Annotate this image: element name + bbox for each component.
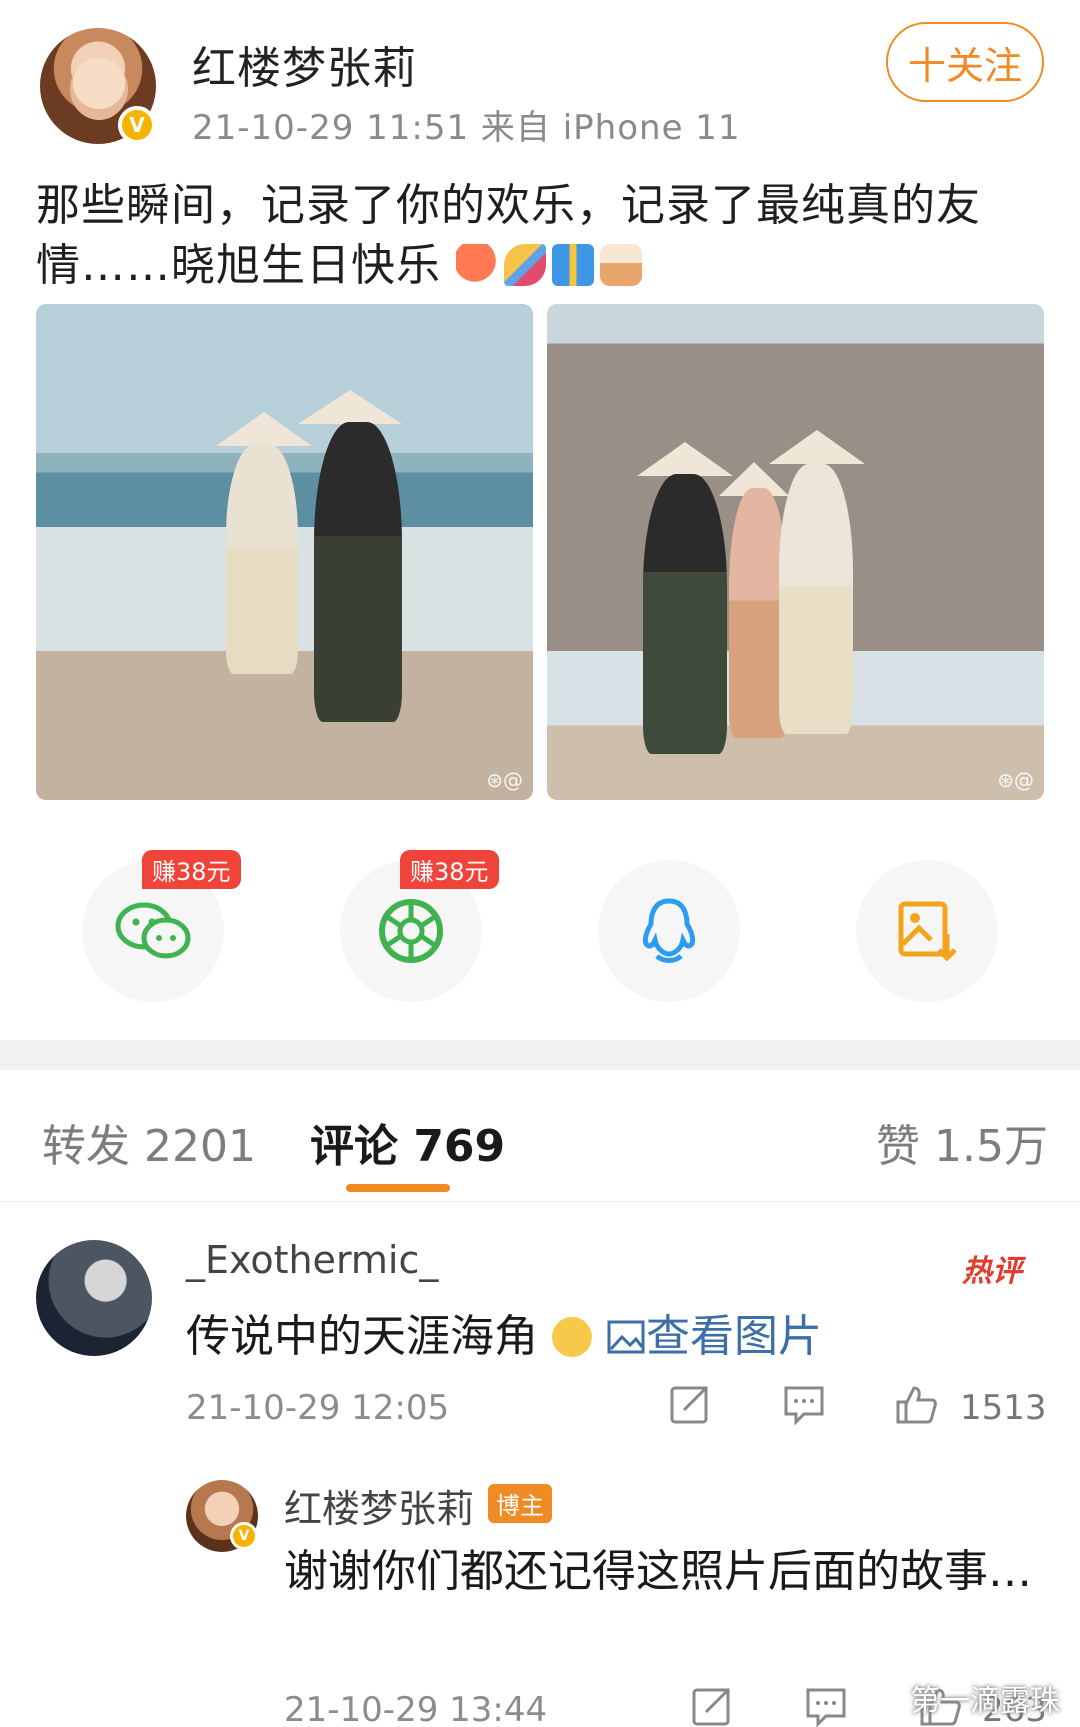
person-figure [226,444,298,674]
earn-badge: 赚38元 [142,850,241,889]
view-picture-label: 查看图片 [646,1311,822,1362]
verified-badge-icon: V [118,106,156,144]
engagement-tabs: 转发 2201 评论 769 赞 1.5万 [0,1070,1080,1202]
post-photo-rock[interactable]: ⊛@ [547,304,1044,800]
wechat-icon [115,902,191,959]
follow-button[interactable]: 十关注 [886,22,1044,102]
party-popper-emoji-icon [504,244,546,286]
moments-icon [379,899,443,963]
straw-hat-shape [769,430,865,464]
straw-hat-shape [216,412,312,446]
verified-badge-icon: V [230,1522,258,1550]
earn-badge: 赚38元 [400,850,499,889]
gift-emoji-icon [552,244,594,286]
birthday-cake-emoji-icon [600,244,642,286]
share-moments-button[interactable]: 赚38元 [340,850,499,1002]
comment-body: 传说中的天涯海角 [186,1311,538,1362]
comment-time: 21-10-29 12:05 [186,1388,450,1428]
view-picture-link[interactable]: 查看图片 [606,1311,822,1362]
crying-emoji-icon [552,1317,592,1357]
post-text: 那些瞬间，记录了你的欢乐，记录了最纯真的友情……晓旭生日快乐 [36,176,1036,296]
save-image-button[interactable] [856,860,998,1002]
photo-watermark: ⊛@ [486,768,523,792]
blogger-badge: 博主 [488,1484,552,1523]
balloon-emoji-icon [456,244,498,286]
section-divider [0,1040,1080,1070]
repost-icon[interactable] [668,1382,712,1426]
qq-icon [642,898,696,963]
image-watermark: 第一滴露珠 [910,1684,1060,1719]
picture-icon [607,1320,645,1354]
reply-author-name[interactable]: 红楼梦张莉 [284,1478,474,1533]
reply-text: 谢谢你们都还记得这照片后面的故事… [284,1546,1032,1597]
save-image-icon [898,901,957,962]
share-row: 赚38元 赚38元 [0,850,1080,1010]
post-photo-beach[interactable]: ⊛@ [36,304,533,800]
tab-comments[interactable]: 评论 769 [310,1110,505,1174]
comment-text: 传说中的天涯海角 查看图片 [186,1300,822,1364]
photo-watermark: ⊛@ [997,768,1034,792]
commenter-name[interactable]: _Exothermic_ [186,1238,438,1282]
like-thumb-icon[interactable] [894,1382,938,1426]
straw-hat-shape [298,390,402,424]
post-meta: 21-10-29 11:51 来自 iPhone 11 [192,108,741,148]
share-wechat-button[interactable]: 赚38元 [82,850,241,1002]
tab-reposts[interactable]: 转发 2201 [42,1110,256,1174]
person-figure [643,474,727,754]
share-qq-button[interactable] [598,860,740,1002]
tab-likes[interactable]: 赞 1.5万 [876,1110,1048,1174]
author-name[interactable]: 红楼梦张莉 [192,32,417,96]
reply-icon[interactable] [782,1382,826,1426]
repost-icon[interactable] [690,1684,734,1727]
post-header: V 红楼梦张莉 21-10-29 11:51 来自 iPhone 11 十关注 [0,0,1080,160]
straw-hat-shape [637,442,733,476]
reply-icon[interactable] [804,1684,848,1727]
person-figure [314,422,402,722]
hot-comment-badge: 热评 [962,1254,1022,1289]
person-figure [779,464,853,734]
comment-like-count: 1513 [960,1388,1047,1428]
active-tab-indicator [346,1184,450,1192]
commenter-avatar[interactable] [36,1240,152,1356]
reply-time: 21-10-29 13:44 [284,1690,548,1727]
